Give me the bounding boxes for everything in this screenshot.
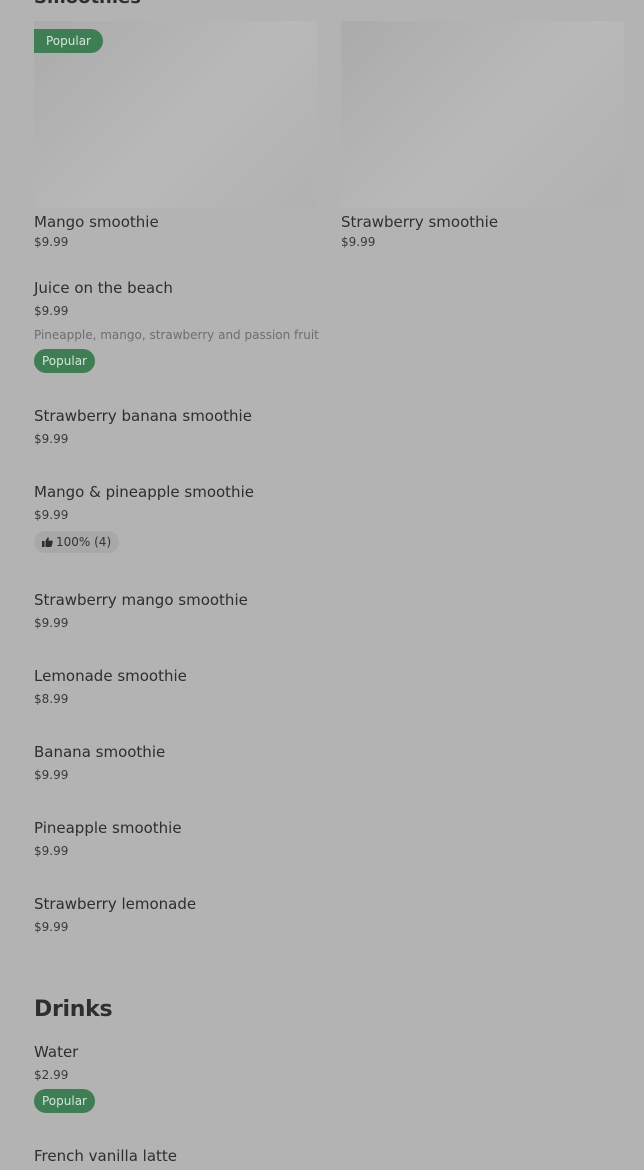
item-name: French vanilla latte xyxy=(34,1147,178,1165)
menu-item-water[interactable]: Water $2.99 Popular xyxy=(34,1043,95,1113)
menu-item-strawberry-mango[interactable]: Strawberry mango smoothie $9.99 xyxy=(34,591,248,631)
item-price: $9.99 xyxy=(34,616,69,630)
product-price: $9.99 xyxy=(34,235,69,249)
item-name: Mango & pineapple smoothie xyxy=(34,483,254,501)
section-title-cut: Smoothies xyxy=(34,0,141,8)
item-name: Banana smoothie xyxy=(34,743,166,761)
item-price: $2.99 xyxy=(34,1068,69,1082)
menu-item-pineapple-smoothie[interactable]: Pineapple smoothie $9.99 xyxy=(34,819,182,859)
item-name: Strawberry lemonade xyxy=(34,895,197,913)
menu-item-juice-on-the-beach[interactable]: Juice on the beach $9.99 Pineapple, mang… xyxy=(34,279,319,373)
item-name: Lemonade smoothie xyxy=(34,667,187,685)
product-image: Popular xyxy=(34,21,317,208)
menu-item-banana-smoothie[interactable]: Banana smoothie $9.99 xyxy=(34,743,165,783)
menu-item-strawberry-lemonade[interactable]: Strawberry lemonade $9.99 xyxy=(34,895,196,935)
item-name: Juice on the beach xyxy=(34,279,173,297)
product-image xyxy=(341,21,624,208)
featured-card-strawberry[interactable]: Strawberry smoothie $9.99 xyxy=(341,21,624,250)
rating-text: 100% (4) xyxy=(56,535,112,549)
menu-item-mango-pineapple[interactable]: Mango & pineapple smoothie $9.99 100% (4… xyxy=(34,483,254,553)
item-price: $9.99 xyxy=(34,508,69,522)
item-price: $9.99 xyxy=(34,768,69,782)
popular-badge: Popular xyxy=(34,1089,95,1113)
popular-badge: Popular xyxy=(34,29,103,53)
product-name: Strawberry smoothie xyxy=(341,213,499,231)
item-description: Pineapple, mango, strawberry and passion… xyxy=(34,328,319,342)
menu-item-lemonade-smoothie[interactable]: Lemonade smoothie $8.99 xyxy=(34,667,187,707)
item-price: $9.99 xyxy=(34,844,69,858)
menu-item-french-vanilla-latte[interactable]: French vanilla latte xyxy=(34,1147,177,1165)
item-price: $9.99 xyxy=(34,920,69,934)
item-name: Water xyxy=(34,1043,79,1061)
item-name: Strawberry mango smoothie xyxy=(34,591,248,609)
item-price: $8.99 xyxy=(34,692,69,706)
section-title-drinks: Drinks xyxy=(34,997,113,1022)
thumbs-up-icon xyxy=(42,537,53,547)
product-price: $9.99 xyxy=(341,235,376,249)
popular-badge: Popular xyxy=(34,349,95,373)
item-name: Pineapple smoothie xyxy=(34,819,182,837)
item-name: Strawberry banana smoothie xyxy=(34,407,252,425)
item-price: $9.99 xyxy=(34,432,69,446)
item-price: $9.99 xyxy=(34,304,69,318)
featured-card-mango[interactable]: Popular Mango smoothie $9.99 xyxy=(34,21,317,250)
menu-item-strawberry-banana[interactable]: Strawberry banana smoothie $9.99 xyxy=(34,407,252,447)
rating-badge: 100% (4) xyxy=(34,531,120,553)
product-name: Mango smoothie xyxy=(34,213,159,231)
